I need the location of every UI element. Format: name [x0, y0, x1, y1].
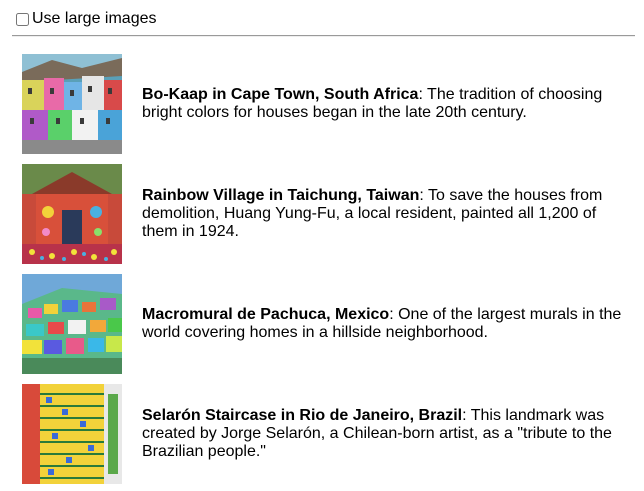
divider — [12, 35, 635, 37]
list-item: Macromural de Pachuca, Mexico: One of th… — [22, 274, 632, 374]
item-title: Selarón Staircase in Rio de Janeiro, Bra… — [142, 407, 463, 424]
item-caption: Rainbow Village in Taichung, Taiwan: To … — [142, 187, 628, 241]
page: Use large images Bo-Kaap in Cape Town, S… — [0, 0, 644, 491]
item-title: Bo-Kaap in Cape Town, South Africa — [142, 86, 419, 103]
list-item: Bo-Kaap in Cape Town, South Africa: The … — [22, 54, 632, 154]
tiled-staircase-photo[interactable] — [22, 384, 122, 484]
item-caption: Macromural de Pachuca, Mexico: One of th… — [142, 306, 628, 342]
item-caption: Selarón Staircase in Rio de Janeiro, Bra… — [142, 407, 628, 461]
destination-list: Bo-Kaap in Cape Town, South Africa: The … — [22, 54, 632, 491]
item-title: Macromural de Pachuca, Mexico — [142, 306, 390, 323]
list-item: Selarón Staircase in Rio de Janeiro, Bra… — [22, 384, 632, 484]
use-large-images-checkbox[interactable] — [16, 12, 29, 26]
use-large-images-option[interactable]: Use large images — [14, 9, 157, 29]
painted-village-photo[interactable] — [22, 164, 122, 264]
list-item: Rainbow Village in Taichung, Taiwan: To … — [22, 164, 632, 264]
item-caption: Bo-Kaap in Cape Town, South Africa: The … — [142, 86, 628, 122]
item-title: Rainbow Village in Taichung, Taiwan — [142, 187, 420, 204]
colorful-houses-photo[interactable] — [22, 54, 122, 154]
use-large-images-label: Use large images — [32, 10, 157, 27]
hillside-mural-photo[interactable] — [22, 274, 122, 374]
